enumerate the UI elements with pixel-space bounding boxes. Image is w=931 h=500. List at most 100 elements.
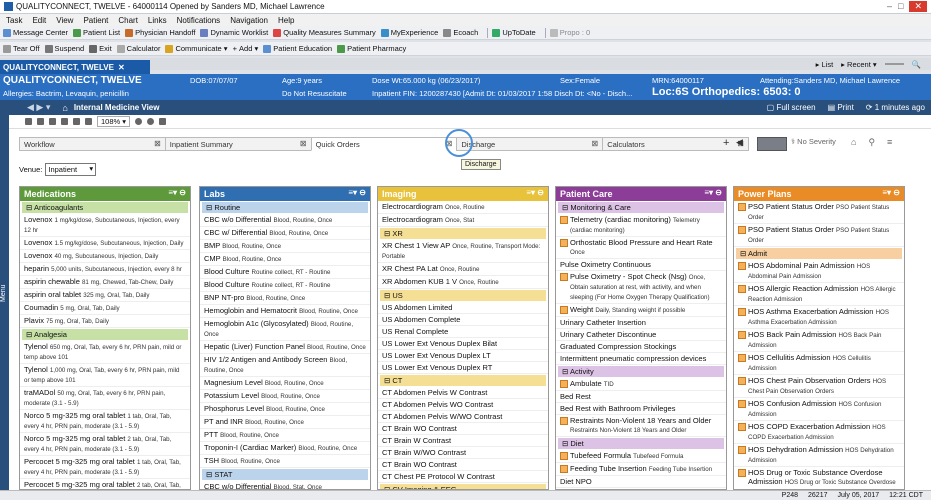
menu-side-tab[interactable]: Menu: [0, 100, 9, 490]
forward-icon[interactable]: [147, 118, 155, 125]
section-header[interactable]: ⊟ Analgesia: [22, 329, 188, 340]
order-item[interactable]: CT Abdomen Pelvis WO Contrast: [378, 399, 548, 411]
order-item[interactable]: CT Brain W/WO Contrast: [378, 447, 548, 459]
order-item[interactable]: HOS Asthma Exacerbation Admission HOS As…: [734, 306, 904, 329]
order-item[interactable]: CBC w/o Differential Blood, Routine, Onc…: [200, 214, 370, 227]
menu-navigation[interactable]: Navigation: [230, 16, 268, 25]
order-item[interactable]: Intermittent pneumatic compression devic…: [556, 353, 726, 365]
order-item[interactable]: HOS Cellulitis Admission HOS Cellulitis …: [734, 352, 904, 375]
physician-handoff-button[interactable]: Physician Handoff: [125, 28, 195, 37]
order-item[interactable]: Urinary Catheter Insertion: [556, 317, 726, 329]
tab-inpatient-summary[interactable]: Inpatient Summary ⊠: [164, 137, 311, 151]
order-item[interactable]: Blood Culture Routine collect, RT - Rout…: [200, 279, 370, 292]
order-item[interactable]: HOS Dehydration Admission HOS Dehydratio…: [734, 444, 904, 467]
search-doc-icon[interactable]: [73, 118, 80, 125]
order-item[interactable]: XR Abdomen KUB 1 V Once, Routine: [378, 276, 548, 289]
back-forward-icon[interactable]: ◀ ▶ ▾: [27, 102, 50, 113]
calculator-button[interactable]: Calculator: [116, 44, 160, 53]
patient-name[interactable]: QUALITYCONNECT, TWELVE: [3, 75, 142, 86]
order-item[interactable]: heparin 5,000 units, Subcutaneous, Injec…: [20, 263, 190, 276]
section-header[interactable]: ⊟ Diet: [558, 438, 724, 449]
order-item[interactable]: US Lower Ext Venous Duplex RT: [378, 362, 548, 374]
tab-scroll-icon[interactable]: ◀: [736, 137, 743, 148]
order-item[interactable]: HOS COPD Exacerbation Admission HOS COPD…: [734, 421, 904, 444]
column-menu-icon[interactable]: ≡▾ ⊖: [348, 188, 366, 197]
tag-icon[interactable]: ⌂: [851, 137, 856, 148]
home-icon[interactable]: ⌂: [62, 103, 67, 113]
order-item[interactable]: BNP NT-pro Blood, Routine, Once: [200, 292, 370, 305]
copy-icon[interactable]: [61, 118, 68, 125]
order-item[interactable]: Graduated Compression Stockings: [556, 341, 726, 353]
order-item[interactable]: PSO Patient Status Order PSO Patient Sta…: [734, 224, 904, 247]
section-header[interactable]: ⊟ XR: [380, 228, 546, 239]
order-item[interactable]: CBC w/ Differential Blood, Routine, Once: [200, 227, 370, 240]
order-item[interactable]: CT Chest PE Protocol W Contrast: [378, 471, 548, 483]
order-item[interactable]: Telemetry (cardiac monitoring) Telemetry…: [556, 214, 726, 237]
menu-view[interactable]: View: [56, 16, 73, 25]
order-item[interactable]: Magnesium Level Blood, Routine, Once: [200, 377, 370, 390]
order-item[interactable]: Tylenol 650 mg, Oral, Tab, every 6 hr, P…: [20, 341, 190, 364]
exit-button[interactable]: Exit: [89, 44, 112, 53]
order-item[interactable]: US Abdomen Complete: [378, 314, 548, 326]
order-item[interactable]: Lovenox 1.5 mg/kg/dose, Subcutaneous, In…: [20, 237, 190, 250]
binoculars-icon[interactable]: [37, 118, 44, 125]
menu-task[interactable]: Task: [6, 16, 22, 25]
menu-help[interactable]: Help: [278, 16, 294, 25]
order-item[interactable]: US Lower Ext Venous Duplex Bilat: [378, 338, 548, 350]
order-item[interactable]: US Abdomen Limited: [378, 302, 548, 314]
order-item[interactable]: Ambulate TID: [556, 378, 726, 391]
maximize-icon[interactable]: □: [898, 1, 903, 12]
tear-off-button[interactable]: Tear Off: [3, 44, 40, 53]
quality-measures-button[interactable]: Quality Measures Summary: [273, 28, 376, 37]
order-item[interactable]: Feeding Tube Insertion Feeding Tube Inse…: [556, 463, 726, 476]
section-header[interactable]: ⊟ Monitoring & Care: [558, 202, 724, 213]
order-item[interactable]: Restraints Non-Violent 18 Years and Olde…: [556, 415, 726, 437]
order-item[interactable]: Lovenox 1 mg/kg/dose, Subcutaneous, Inje…: [20, 214, 190, 237]
order-item[interactable]: HOS Drug or Toxic Substance Overdose Adm…: [734, 467, 904, 489]
order-item[interactable]: traMADol 50 mg, Oral, Tab, every 6 hr, P…: [20, 387, 190, 410]
order-item[interactable]: Hemoglobin A1c (Glycosylated) Blood, Rou…: [200, 318, 370, 341]
order-item[interactable]: Hemoglobin and Hematocrit Blood, Routine…: [200, 305, 370, 318]
order-item[interactable]: CT Abdomen Pelvis W/WO Contrast: [378, 411, 548, 423]
order-item[interactable]: Diet NPO: [556, 476, 726, 488]
order-item[interactable]: Bed Rest: [556, 391, 726, 403]
order-item[interactable]: CMP Blood, Routine, Once: [200, 253, 370, 266]
order-item[interactable]: Norco 5 mg-325 mg oral tablet 1 tab, Ora…: [20, 410, 190, 433]
menu-icon[interactable]: ≡: [887, 137, 892, 148]
order-item[interactable]: Blood Culture Routine collect, RT - Rout…: [200, 266, 370, 279]
menu-patient[interactable]: Patient: [83, 16, 108, 25]
order-item[interactable]: HOS Chest Pain Observation Orders HOS Ch…: [734, 375, 904, 398]
severity-filter[interactable]: ⚕ No Severity: [791, 137, 836, 146]
add-tab-icon[interactable]: +: [723, 137, 729, 149]
document-icon[interactable]: [25, 118, 32, 125]
section-header[interactable]: ⊟ Routine: [202, 202, 368, 213]
order-item[interactable]: Electrocardiogram Once, Stat: [378, 214, 548, 227]
column-menu-icon[interactable]: ≡▾ ⊖: [882, 188, 900, 197]
order-item[interactable]: PT and INR Blood, Routine, Once: [200, 416, 370, 429]
column-menu-icon[interactable]: ≡▾ ⊖: [704, 188, 722, 197]
search-tools-icon[interactable]: ⚲: [868, 137, 875, 148]
search-icon[interactable]: 🔍: [912, 60, 921, 69]
order-item[interactable]: Norco 5 mg-325 mg oral tablet 2 tab, Ora…: [20, 433, 190, 456]
close-tab-icon[interactable]: ✕: [118, 63, 125, 72]
mail-toggle-button[interactable]: [757, 137, 787, 151]
section-header[interactable]: ⊟ STAT: [202, 469, 368, 480]
patient-education-button[interactable]: Patient Education: [263, 44, 332, 53]
menu-notifications[interactable]: Notifications: [177, 16, 221, 25]
order-item[interactable]: Tubefeed Formula Tubefeed Formula: [556, 450, 726, 463]
patient-pharmacy-button[interactable]: Patient Pharmacy: [337, 44, 406, 53]
order-item[interactable]: Pulse Oximetry Continuous: [556, 259, 726, 271]
list-button[interactable]: ▸ List: [816, 60, 834, 69]
section-header[interactable]: ⊟ Admit: [736, 248, 902, 259]
order-item[interactable]: PSO Patient Status Order PSO Patient Sta…: [734, 201, 904, 224]
order-item[interactable]: Tylenol 1,000 mg, Oral, Tab, every 6 hr,…: [20, 364, 190, 387]
order-item[interactable]: CT Abdomen Pelvis W Contrast: [378, 387, 548, 399]
communicate-button[interactable]: Communicate ▾: [165, 44, 228, 53]
myexperience-button[interactable]: MyExperience: [380, 28, 438, 37]
order-item[interactable]: aspirin oral tablet 325 mg, Oral, Tab, D…: [20, 289, 190, 302]
order-item[interactable]: HIV 1/2 Antigen and Antibody Screen Bloo…: [200, 354, 370, 377]
print-button[interactable]: ▤ Print: [828, 103, 854, 112]
order-item[interactable]: CT Brain W Contrast: [378, 435, 548, 447]
tab-workflow[interactable]: Workflow ⊠: [19, 137, 165, 151]
order-item[interactable]: XR Chest 1 View AP Once, Routine, Transp…: [378, 240, 548, 263]
